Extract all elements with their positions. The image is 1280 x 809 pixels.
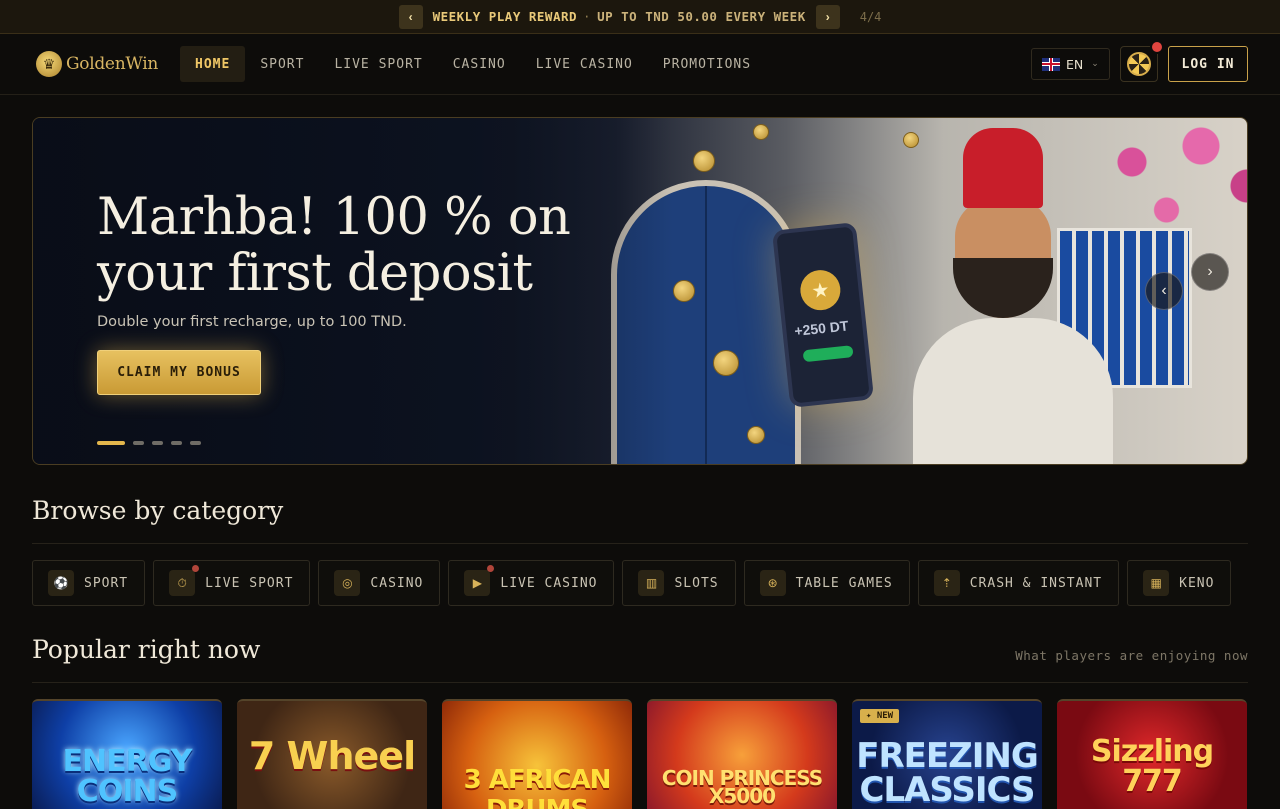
ticker-message: WEEKLY PLAY REWARD · UP TO TND 50.00 EVERY… [432, 9, 806, 24]
phone-image: ★ +250 DT [771, 222, 875, 408]
live-indicator [487, 565, 495, 572]
ticker-title: WEEKLY PLAY REWARD [432, 9, 578, 24]
claim-bonus-button[interactable]: CLAIM MY BONUS [97, 350, 261, 395]
chevron-down-icon: ⌄ [1091, 59, 1099, 69]
divider [32, 682, 1248, 683]
promo-ticker: ‹ WEEKLY PLAY REWARD · UP TO TND 50.00 EVE… [0, 0, 1280, 34]
category-keno[interactable]: ▦ KENO [1127, 560, 1232, 606]
stopwatch-icon: ⏱ [169, 565, 200, 596]
coin-icon [753, 124, 769, 140]
mascot-image [913, 128, 1113, 464]
live-indicator [192, 565, 200, 572]
slot-machine-icon: ▥ [638, 570, 665, 596]
nav-live-casino[interactable]: LIVE CASINO [521, 46, 648, 82]
phone-amount: +250 DT [793, 317, 850, 340]
category-slots[interactable]: ▥ SLOTS [622, 560, 736, 606]
notification-badge [1150, 40, 1164, 54]
ticker-next-button[interactable]: › [815, 4, 840, 29]
game-grid: ENERGY COINS 7 Wheel 3 AFRICAN DRUMS COI… [32, 699, 1247, 809]
game-card[interactable]: Sizzling 777 [1057, 699, 1247, 809]
crown-icon: ♛ [36, 51, 62, 77]
fortune-wheel-button[interactable] [1120, 40, 1164, 82]
hero-subtitle: Double your first recharge, up to 100 TN… [97, 314, 407, 330]
soccer-ball-icon: ⚽ [48, 570, 74, 596]
category-casino[interactable]: ◎ CASINO [318, 560, 441, 606]
slide-dot[interactable] [133, 441, 144, 445]
slide-dot[interactable] [171, 441, 182, 445]
nav-promotions[interactable]: PROMOTIONS [648, 46, 766, 82]
chevron-left-icon: ‹ [408, 9, 413, 24]
slide-indicators [97, 441, 201, 445]
chevron-right-icon: › [1207, 263, 1213, 280]
popular-title: Popular right now [32, 635, 261, 664]
main-nav: HOME SPORT LIVE SPORT CASINO LIVE CASINO… [180, 46, 766, 82]
login-button[interactable]: LOG IN [1168, 46, 1248, 82]
popular-note: What players are enjoying now [1015, 648, 1248, 663]
category-live-casino[interactable]: ▶ LIVE CASINO [448, 560, 615, 606]
slide-dot[interactable] [97, 441, 125, 445]
category-crash-instant[interactable]: ⇡ CRASH & INSTANT [917, 560, 1120, 606]
game-card[interactable]: ✦ NEW FREEZING CLASSICS [852, 699, 1042, 809]
nav-live-sport[interactable]: LIVE SPORT [319, 46, 437, 82]
nav-home[interactable]: HOME [180, 46, 246, 82]
game-card[interactable]: COIN PRINCESS X5000 [647, 699, 837, 809]
game-card[interactable]: 7 Wheel [237, 699, 427, 809]
slide-dot[interactable] [152, 441, 163, 445]
chevron-left-icon: ‹ [1161, 282, 1167, 299]
category-list: ⚽ SPORT ⏱ LIVE SPORT ◎ CASINO ▶ LIVE CASINO … [32, 560, 1232, 606]
game-card[interactable]: 3 AFRICAN DRUMS [442, 699, 632, 809]
language-select[interactable]: EN ⌄ [1031, 48, 1110, 80]
hero-title: Marhba! 100 % on your first deposit [97, 188, 571, 303]
ticker-counter: 4/4 [859, 9, 882, 24]
ticker-subtitle: UP TO TND 50.00 EVERY WEEK [597, 9, 806, 24]
carousel-next-button[interactable]: › [1191, 253, 1229, 291]
roulette-icon: ◎ [334, 570, 361, 596]
coin-icon [747, 426, 765, 444]
divider [32, 543, 1248, 544]
star-icon: ★ [798, 268, 843, 313]
carousel-prev-button[interactable]: ‹ [1145, 272, 1183, 310]
game-title: Sizzling 777 [1090, 734, 1214, 799]
slide-dot[interactable] [190, 441, 201, 445]
category-table-games[interactable]: ⊛ TABLE GAMES [743, 560, 910, 606]
hero-banner: ★ +250 DT Marhba! 100 % on your first de… [32, 117, 1248, 465]
nav-casino[interactable]: CASINO [438, 46, 521, 82]
category-sport[interactable]: ⚽ SPORT [32, 560, 146, 606]
coin-icon [693, 150, 715, 172]
live-video-icon: ▶ [464, 565, 495, 596]
ticker-prev-button[interactable]: ‹ [398, 4, 423, 29]
coin-icon [713, 350, 739, 376]
game-title: 3 AFRICAN DRUMS [463, 765, 612, 809]
categories-title: Browse by category [32, 496, 284, 525]
main-header: ♛ GoldenWin HOME SPORT LIVE SPORT CASINO… [0, 34, 1280, 95]
game-title: 7 Wheel [248, 734, 416, 778]
coin-icon [673, 280, 695, 302]
game-card[interactable]: ENERGY COINS [32, 699, 222, 809]
new-badge: ✦ NEW [860, 709, 900, 723]
brand-logo[interactable]: ♛ GoldenWin [36, 51, 180, 77]
chip-icon: ⊛ [759, 570, 786, 596]
wheel-icon [1127, 52, 1151, 76]
uk-flag-icon [1042, 57, 1060, 71]
rocket-icon: ⇡ [933, 570, 960, 596]
nav-sport[interactable]: SPORT [245, 46, 319, 82]
language-code: EN [1066, 56, 1084, 72]
keno-grid-icon: ▦ [1143, 570, 1170, 596]
game-title: FREEZING CLASSICS [856, 736, 1039, 809]
game-title: ENERGY COINS [62, 744, 193, 809]
brand-name: GoldenWin [66, 54, 159, 74]
chevron-right-icon: › [825, 9, 830, 24]
category-live-sport[interactable]: ⏱ LIVE SPORT [153, 560, 311, 606]
